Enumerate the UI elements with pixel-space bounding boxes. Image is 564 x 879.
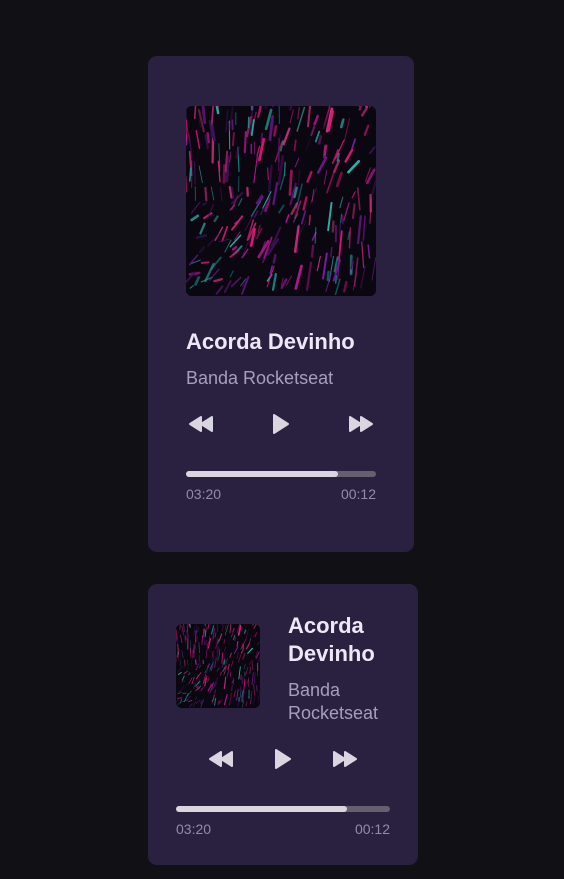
- song-title: Acorda Devinho: [186, 329, 355, 354]
- rewind-button[interactable]: [206, 746, 236, 772]
- progress-bar[interactable]: [186, 471, 376, 477]
- play-button[interactable]: [268, 746, 298, 772]
- player-card-large: Acorda Devinho Banda Rocketseat 03:20 00…: [148, 56, 414, 552]
- rewind-icon: [189, 416, 213, 432]
- time-remaining: 00:12: [354, 821, 390, 837]
- album-art-image: [186, 106, 376, 296]
- play-button[interactable]: [266, 411, 296, 437]
- song-artist: Banda Rocketseat: [288, 680, 379, 723]
- player-card-compact: Acorda Devinho Banda Rocketseat 03:20 00…: [148, 584, 418, 865]
- playback-controls: [206, 745, 360, 773]
- song-artist: Banda Rocketseat: [186, 368, 334, 388]
- fast-forward-button[interactable]: [346, 411, 376, 437]
- rewind-button[interactable]: [186, 411, 216, 437]
- playback-controls: [186, 410, 376, 438]
- fast-forward-icon: [349, 416, 373, 432]
- progress-bar-fill: [186, 471, 338, 477]
- album-art: [176, 624, 260, 708]
- time-elapsed: 03:20: [176, 821, 212, 837]
- time-remaining: 00:12: [340, 486, 376, 502]
- fast-forward-button[interactable]: [330, 746, 360, 772]
- progress-bar-fill: [176, 806, 348, 812]
- play-icon: [273, 414, 289, 434]
- song-title: Acorda Devinho: [288, 613, 375, 666]
- fast-forward-icon: [333, 751, 357, 767]
- rewind-icon: [209, 751, 233, 767]
- play-icon: [275, 749, 291, 769]
- album-art: [186, 106, 376, 296]
- progress-bar[interactable]: [176, 806, 390, 812]
- time-elapsed: 03:20: [186, 486, 222, 502]
- album-art-image: [176, 624, 260, 708]
